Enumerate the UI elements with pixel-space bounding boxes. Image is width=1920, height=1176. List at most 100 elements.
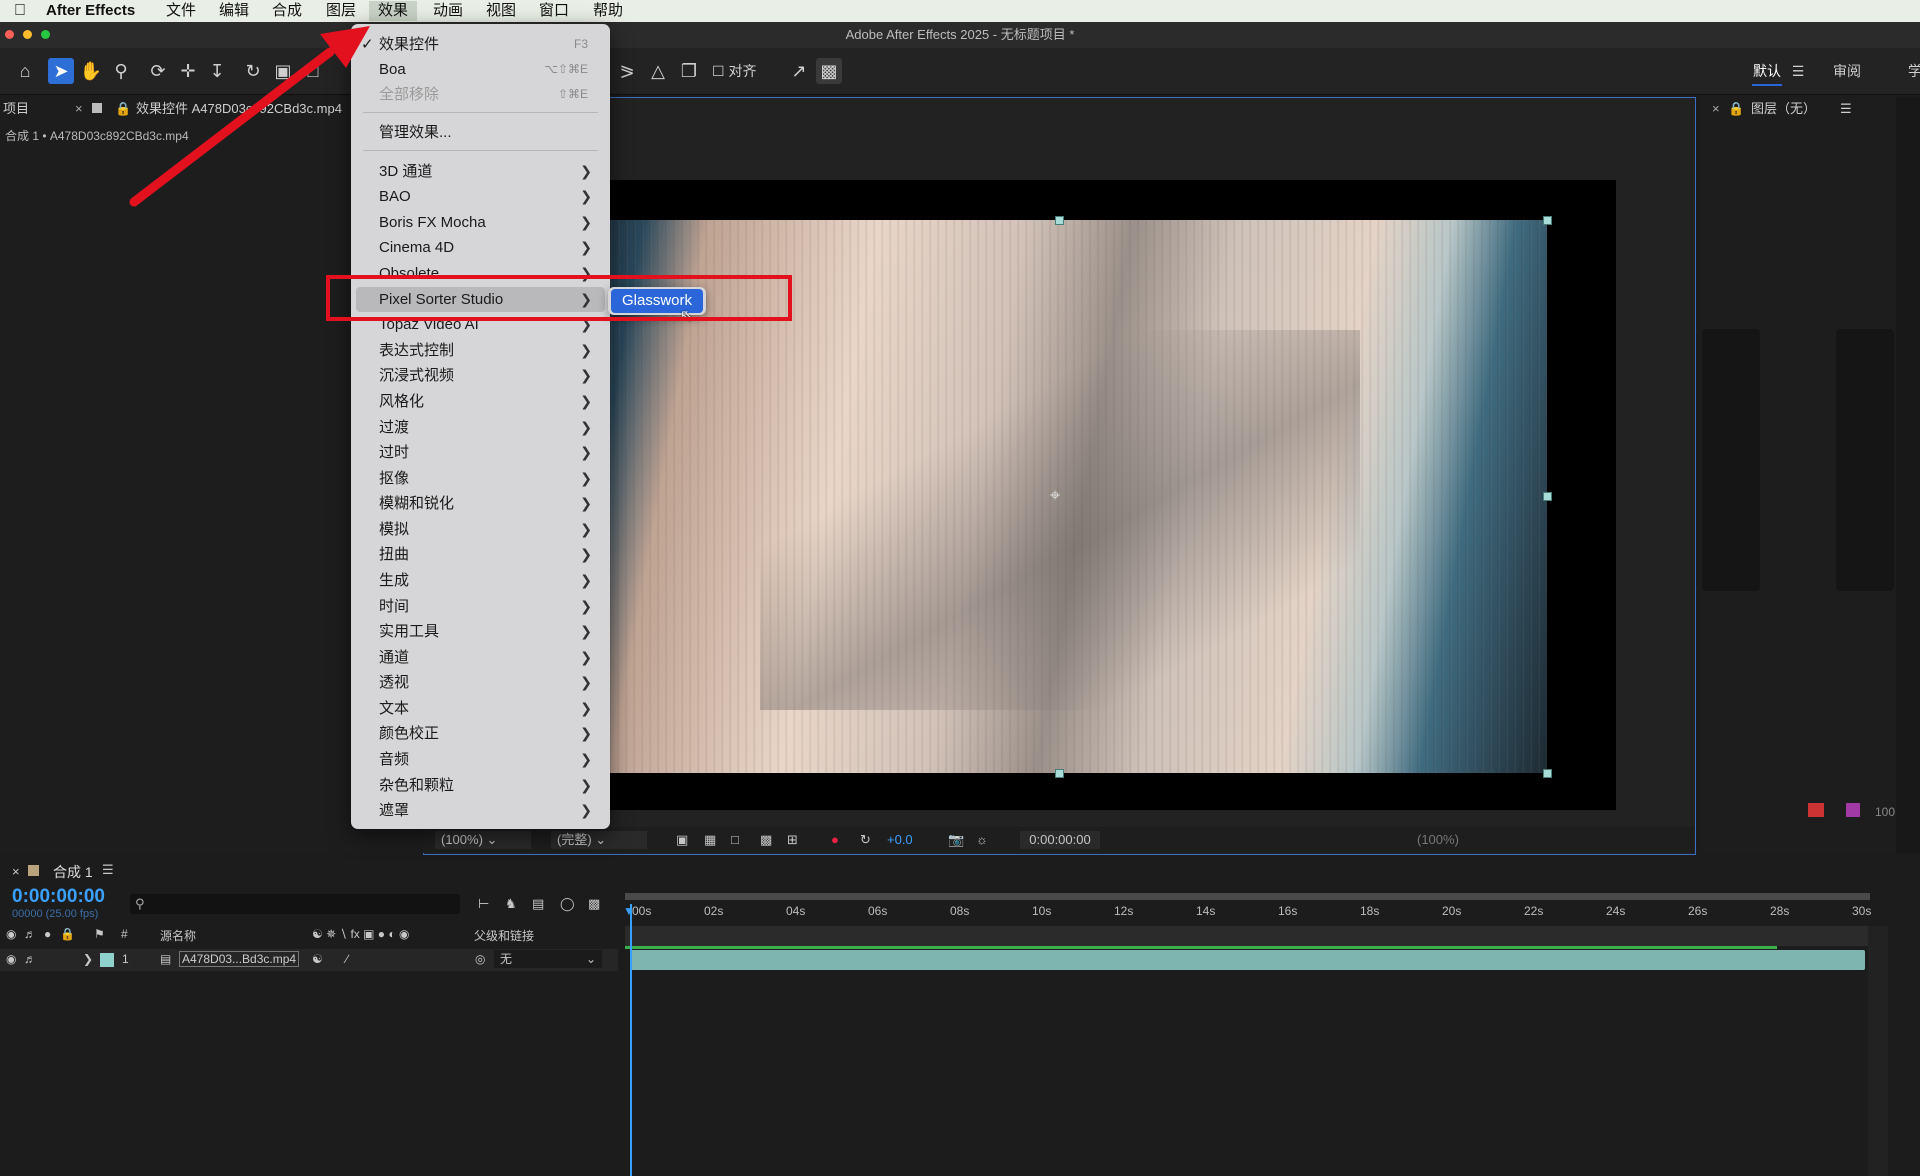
menu-item-matte[interactable]: 遮罩 ❯	[351, 798, 610, 823]
draft-3d-icon[interactable]: ♞	[505, 896, 517, 912]
quality-select[interactable]: (完整) ⌄	[551, 831, 647, 849]
transform-handle[interactable]	[1543, 769, 1552, 778]
menu-view[interactable]: 视图	[477, 1, 525, 21]
comp-flowchart-icon[interactable]: ⊢	[478, 896, 489, 912]
menu-item-cinema-4d[interactable]: Cinema 4D ❯	[351, 235, 610, 260]
playhead[interactable]	[630, 904, 632, 1176]
eye-icon[interactable]: ◉	[6, 952, 16, 966]
zoom-select[interactable]: (100%) ⌄	[435, 831, 531, 849]
layer-name[interactable]: A478D03...Bd3c.mp4	[179, 951, 300, 967]
label-icon[interactable]: ⚑	[94, 927, 105, 941]
selection-tool-icon[interactable]: ➤	[48, 58, 74, 84]
menu-animation[interactable]: 动画	[424, 1, 472, 21]
current-timecode[interactable]: 0:00:00:00	[12, 886, 105, 908]
menu-item-audio[interactable]: 音频 ❯	[351, 747, 610, 772]
layer-search-input[interactable]: ⚲	[130, 894, 460, 914]
time-ruler[interactable]	[625, 926, 1870, 946]
menu-composition[interactable]: 合成	[263, 1, 311, 21]
menu-file[interactable]: 文件	[157, 1, 205, 21]
viewer-timecode[interactable]: 0:00:00:00	[1020, 831, 1100, 849]
menu-item-time[interactable]: 时间 ❯	[351, 594, 610, 619]
exposure-value[interactable]: +0.0	[887, 831, 913, 849]
frame-blend-icon[interactable]: ◯	[560, 896, 575, 912]
menu-item-transition[interactable]: 过渡 ❯	[351, 415, 610, 440]
tab-comp1[interactable]: 合成 1	[53, 862, 93, 882]
workspace-extra-tab[interactable]: 学	[1908, 58, 1920, 84]
menu-item-immersive-video[interactable]: 沉浸式视频 ❯	[351, 363, 610, 388]
grid-icon[interactable]: ⊞	[787, 831, 798, 849]
menu-item-color-correction[interactable]: 颜色校正 ❯	[351, 721, 610, 746]
menu-item-boris-fx-mocha[interactable]: Boris FX Mocha ❯	[351, 210, 610, 235]
close-tab-icon[interactable]: ×	[12, 864, 20, 879]
guides-icon[interactable]: ▩	[760, 831, 772, 849]
transform-handle[interactable]	[1543, 216, 1552, 225]
channel-icon[interactable]: ●	[831, 831, 839, 849]
apple-icon[interactable]: 	[5, 1, 35, 21]
pickwhip-icon[interactable]: ◎	[475, 952, 485, 966]
expand-icon[interactable]: ↗	[786, 58, 812, 84]
minimize-window-button[interactable]	[23, 30, 32, 39]
shy-icon[interactable]: ▤	[532, 896, 544, 912]
panel-menu-icon[interactable]: ☰	[102, 862, 114, 878]
timeline-scrollbar[interactable]	[1868, 926, 1888, 1176]
zoom-window-button[interactable]	[41, 30, 50, 39]
menu-item-keying[interactable]: 抠像 ❯	[351, 466, 610, 491]
menu-window[interactable]: 窗口	[530, 1, 578, 21]
workspace-default-tab[interactable]: 默认	[1752, 58, 1782, 86]
eye-icon[interactable]: ◉	[6, 927, 16, 941]
close-tab-icon[interactable]: ×	[75, 97, 83, 121]
menu-item-stylize[interactable]: 风格化 ❯	[351, 389, 610, 414]
menu-item-expression-controls[interactable]: 表达式控制 ❯	[351, 338, 610, 363]
workspace-menu-icon[interactable]: ☰	[1788, 58, 1808, 84]
layer-label-color[interactable]	[100, 953, 114, 967]
snap-icon[interactable]: ▩	[816, 58, 842, 84]
mask-visibility-icon[interactable]: □	[731, 831, 739, 849]
transform-handle[interactable]	[1543, 492, 1552, 501]
menu-item-manage-effects[interactable]: 管理效果...	[351, 120, 610, 145]
menu-item-perspective[interactable]: 透视 ❯	[351, 670, 610, 695]
anchor-point-icon[interactable]: ⌖	[1050, 485, 1060, 506]
menu-item-bao[interactable]: BAO ❯	[351, 184, 610, 209]
quality-switch-icon[interactable]: ∕	[346, 952, 348, 966]
graph-editor-icon[interactable]: ▩	[588, 896, 600, 912]
region-of-interest-icon[interactable]: ▣	[676, 831, 688, 849]
menu-edit[interactable]: 编辑	[210, 1, 258, 21]
menu-item-noise-grain[interactable]: 杂色和颗粒 ❯	[351, 773, 610, 798]
puppet-pin-icon[interactable]: ⪖	[614, 58, 640, 84]
transparency-grid-icon[interactable]: ▦	[704, 831, 716, 849]
menu-item-3d-channel[interactable]: 3D 通道 ❯	[351, 159, 610, 184]
tab-project[interactable]: 项目	[3, 97, 29, 121]
panel-menu-icon[interactable]: ☰	[1840, 97, 1852, 121]
menu-item-utility[interactable]: 实用工具 ❯	[351, 619, 610, 644]
menu-item-text[interactable]: 文本 ❯	[351, 696, 610, 721]
transform-handle[interactable]	[1055, 216, 1064, 225]
close-window-button[interactable]	[5, 30, 14, 39]
collapse-switch-icon[interactable]: ☯	[312, 952, 323, 966]
menu-item-obsolete-cn[interactable]: 过时 ❯	[351, 440, 610, 465]
work-area-bar[interactable]	[625, 893, 1870, 900]
workspace-review-tab[interactable]: 审阅	[1830, 58, 1864, 84]
align-checkbox[interactable]: ☐ 对齐	[712, 58, 782, 84]
layer-duration-bar[interactable]	[630, 950, 1865, 970]
lock-icon[interactable]: 🔒	[60, 927, 75, 941]
menu-layer[interactable]: 图层	[317, 1, 365, 21]
menu-item-generate[interactable]: 生成 ❯	[351, 568, 610, 593]
menu-item-blur-sharpen[interactable]: 模糊和锐化 ❯	[351, 491, 610, 516]
menu-item-boa[interactable]: Boa ⌥⇧⌘E	[351, 57, 610, 82]
menu-item-distort[interactable]: 扭曲 ❯	[351, 542, 610, 567]
app-menu[interactable]: After Effects	[37, 1, 144, 21]
home-icon[interactable]: ⌂	[12, 58, 38, 84]
layer-panel-title[interactable]: 图层（无）	[1751, 97, 1816, 121]
show-snapshot-icon[interactable]: ☼	[976, 831, 988, 849]
solo-icon[interactable]: ●	[44, 927, 51, 941]
audio-icon[interactable]: ♬	[24, 952, 36, 966]
puppet-overlap-icon[interactable]: △	[645, 58, 671, 84]
right-zoom-select[interactable]: (100%)	[1417, 831, 1459, 849]
audio-icon[interactable]: ♬	[24, 927, 36, 941]
menu-help[interactable]: 帮助	[584, 1, 632, 21]
table-row[interactable]: ◉ ♬ ❯ 1 ▤ A478D03...Bd3c.mp4 ☯ ∕ ◎ 无 ⌄	[0, 949, 618, 971]
menu-effect[interactable]: 效果	[369, 1, 418, 21]
expand-layer-icon[interactable]: ❯	[83, 952, 93, 966]
puppet-starch-icon[interactable]: ❐	[676, 58, 702, 84]
close-tab-icon[interactable]: ×	[1712, 97, 1720, 121]
